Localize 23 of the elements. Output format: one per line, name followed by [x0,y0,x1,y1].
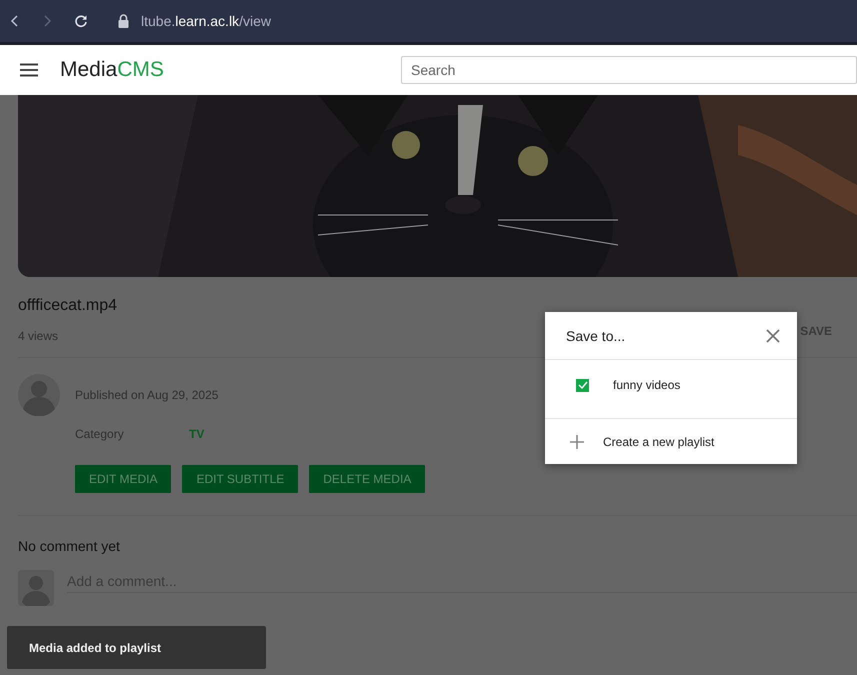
action-button[interactable]: DELETE MEDIA [309,465,426,493]
lock-icon [118,14,129,28]
menu-icon[interactable] [20,63,38,77]
category-link[interactable]: TV [189,427,204,441]
search-field[interactable]: Search [401,56,857,84]
reload-icon[interactable] [74,14,88,28]
comments-heading: No comment yet [18,538,121,554]
logo[interactable]: MediaCMS [60,58,164,82]
avatar-icon [18,570,54,606]
close-icon[interactable] [766,328,780,342]
toast-message: Media added to playlist [7,626,266,669]
address-field[interactable]: ltube.learn.ac.lk/view [141,13,271,29]
playlist-name[interactable]: funny videos [613,378,680,392]
media-title: offficecat.mp4 [18,297,118,315]
action-button[interactable]: EDIT SUBTITLE [182,465,298,493]
category-label: Category [75,427,125,441]
action-button[interactable]: EDIT MEDIA [75,465,172,493]
create-playlist-button[interactable]: Create a new playlist [545,419,797,464]
avatar-icon [18,374,60,416]
checkbox[interactable] [576,378,589,392]
back-icon[interactable] [10,14,20,28]
plus-icon [570,434,584,448]
dialog-title: Save to... [566,328,626,344]
